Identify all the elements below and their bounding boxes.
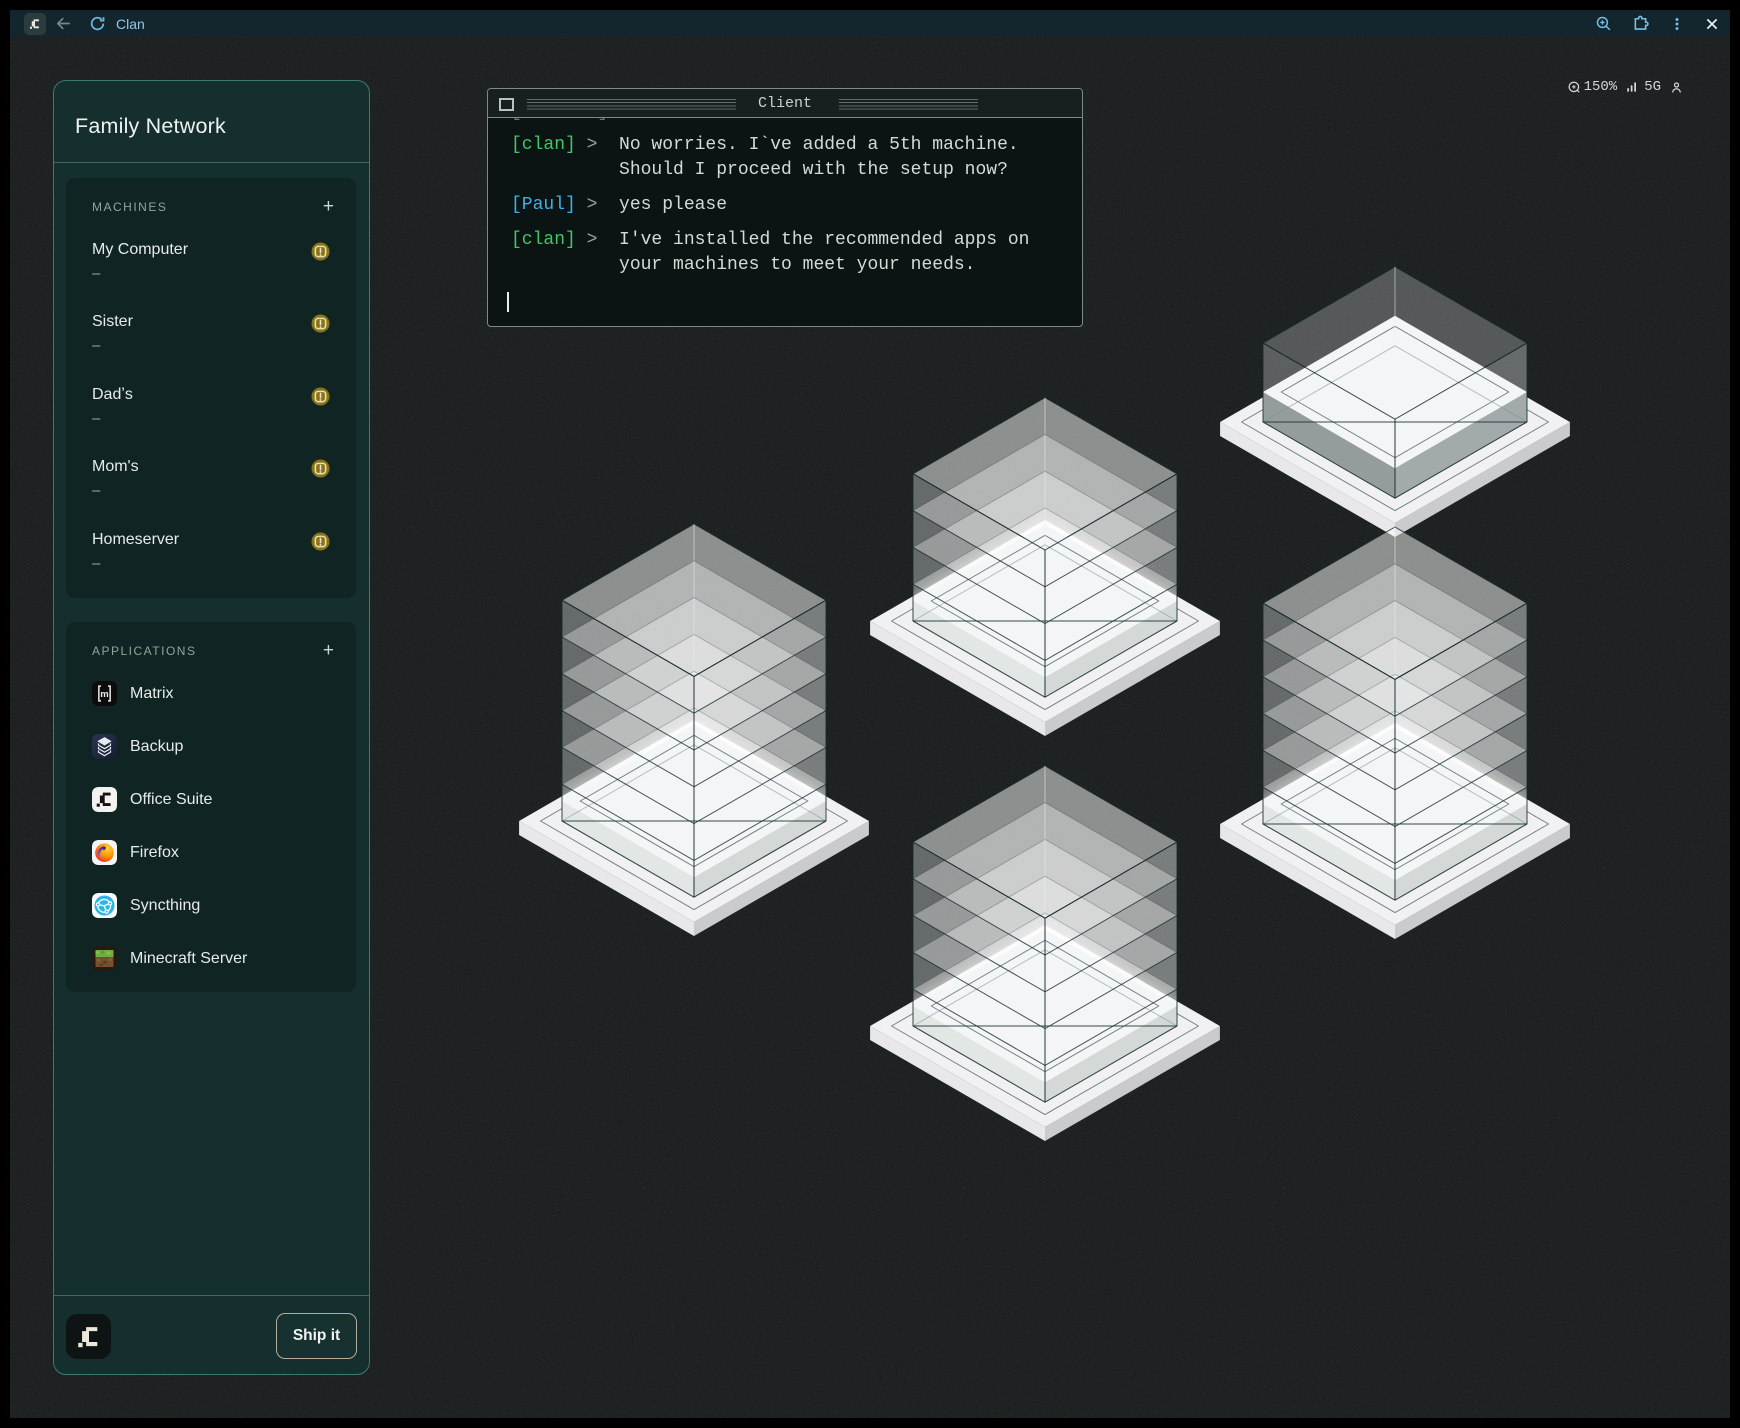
svg-text:m: m (100, 689, 108, 700)
